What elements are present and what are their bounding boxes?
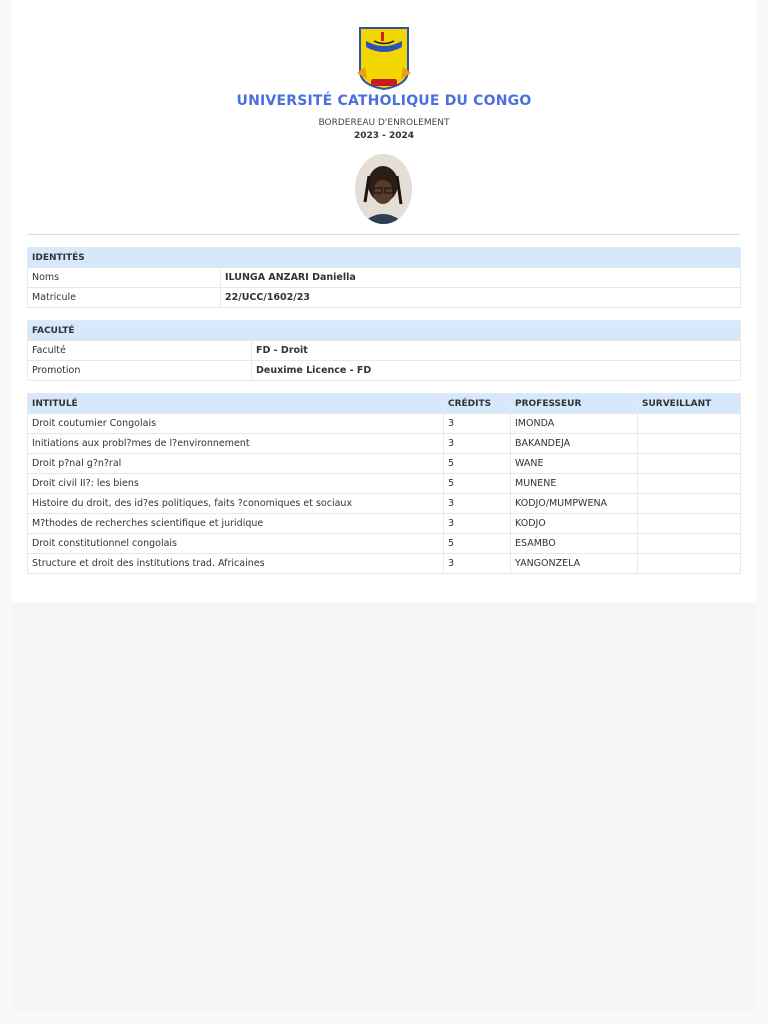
course-title: M?thodes de recherches scientifique et j…: [27, 513, 444, 534]
course-professor: WANE: [510, 453, 638, 474]
course-credits: 5: [443, 473, 511, 494]
course-supervisor: [637, 493, 741, 514]
course-professor: MUNENE: [510, 473, 638, 494]
column-header-intitule: INTITULÉ: [27, 393, 444, 414]
faculty-table: FACULTÉ Faculté FD - Droit Promotion Deu…: [27, 320, 741, 381]
column-header-credits: CRÉDITS: [443, 393, 511, 414]
course-supervisor: [637, 433, 741, 454]
course-supervisor: [637, 533, 741, 554]
identity-table: IDENTITÉS Noms ILUNGA ANZARI Daniella Ma…: [26, 247, 742, 308]
student-name: ILUNGA ANZARI Daniella: [219, 267, 742, 288]
course-credits: 3: [443, 553, 511, 574]
course-title: Droit p?nal g?n?ral: [27, 453, 444, 474]
column-header-professeur: PROFESSEUR: [510, 393, 638, 414]
course-professor: KODJO: [510, 513, 638, 534]
course-title: Droit constitutionnel congolais: [27, 533, 444, 554]
course-title: Initiations aux probl?mes de l?environne…: [27, 433, 444, 454]
student-matricule: 22/UCC/1602/23: [219, 287, 742, 308]
academic-year: 2023 - 2024: [353, 131, 415, 141]
field-label: Faculté: [27, 340, 252, 361]
course-supervisor: [637, 473, 741, 494]
table-row: Histoire du droit, des id?es politiques,…: [27, 493, 741, 514]
course-credits: 3: [443, 433, 511, 454]
faculty-heading: FACULTÉ: [27, 320, 741, 341]
course-credits: 3: [443, 493, 511, 514]
course-professor: BAKANDEJA: [510, 433, 638, 454]
header-divider: [27, 234, 740, 235]
courses-table: INTITULÉ CRÉDITS PROFESSEUR SURVEILLANT …: [27, 393, 741, 574]
field-label: Noms: [27, 267, 221, 288]
course-title: Structure et droit des institutions trad…: [27, 553, 444, 574]
table-row: Structure et droit des institutions trad…: [27, 553, 741, 574]
course-supervisor: [637, 453, 741, 474]
student-photo: [355, 154, 412, 224]
table-row: Noms ILUNGA ANZARI Daniella: [27, 267, 742, 288]
table-row: Initiations aux probl?mes de l?environne…: [27, 433, 741, 454]
course-professor: YANGONZELA: [510, 553, 638, 574]
table-row: Droit constitutionnel congolais 5 ESAMBO: [27, 533, 741, 554]
course-credits: 3: [443, 513, 511, 534]
table-row: Droit coutumier Congolais 3 IMONDA: [27, 413, 741, 434]
course-title: Droit civil II?: les biens: [27, 473, 444, 494]
university-crest-logo: [357, 27, 411, 91]
table-row: Matricule 22/UCC/1602/23: [27, 287, 742, 308]
identity-heading: IDENTITÉS: [26, 247, 742, 268]
course-credits: 5: [443, 453, 511, 474]
field-label: Matricule: [27, 287, 221, 308]
promotion-value: Deuxime Licence - FD: [251, 360, 741, 381]
course-supervisor: [637, 553, 741, 574]
course-professor: KODJO/MUMPWENA: [510, 493, 638, 514]
course-professor: IMONDA: [510, 413, 638, 434]
empty-area: [12, 603, 756, 1011]
table-row: Promotion Deuxime Licence - FD: [27, 360, 741, 381]
course-professor: ESAMBO: [510, 533, 638, 554]
course-credits: 3: [443, 413, 511, 434]
faculty-value: FD - Droit: [251, 340, 741, 361]
course-supervisor: [637, 513, 741, 534]
document-title: BORDEREAU D'ENROLEMENT: [318, 118, 450, 128]
university-name: UNIVERSITÉ CATHOLIQUE DU CONGO: [236, 93, 532, 109]
field-label: Promotion: [27, 360, 252, 381]
table-row: Droit civil II?: les biens 5 MUNENE: [27, 473, 741, 494]
table-row: Droit p?nal g?n?ral 5 WANE: [27, 453, 741, 474]
column-header-surveillant: SURVEILLANT: [637, 393, 741, 414]
course-title: Histoire du droit, des id?es politiques,…: [27, 493, 444, 514]
enrollment-page: UNIVERSITÉ CATHOLIQUE DU CONGO BORDEREAU…: [0, 0, 768, 1024]
table-row: M?thodes de recherches scientifique et j…: [27, 513, 741, 534]
course-supervisor: [637, 413, 741, 434]
course-title: Droit coutumier Congolais: [27, 413, 444, 434]
course-credits: 5: [443, 533, 511, 554]
table-row: Faculté FD - Droit: [27, 340, 741, 361]
